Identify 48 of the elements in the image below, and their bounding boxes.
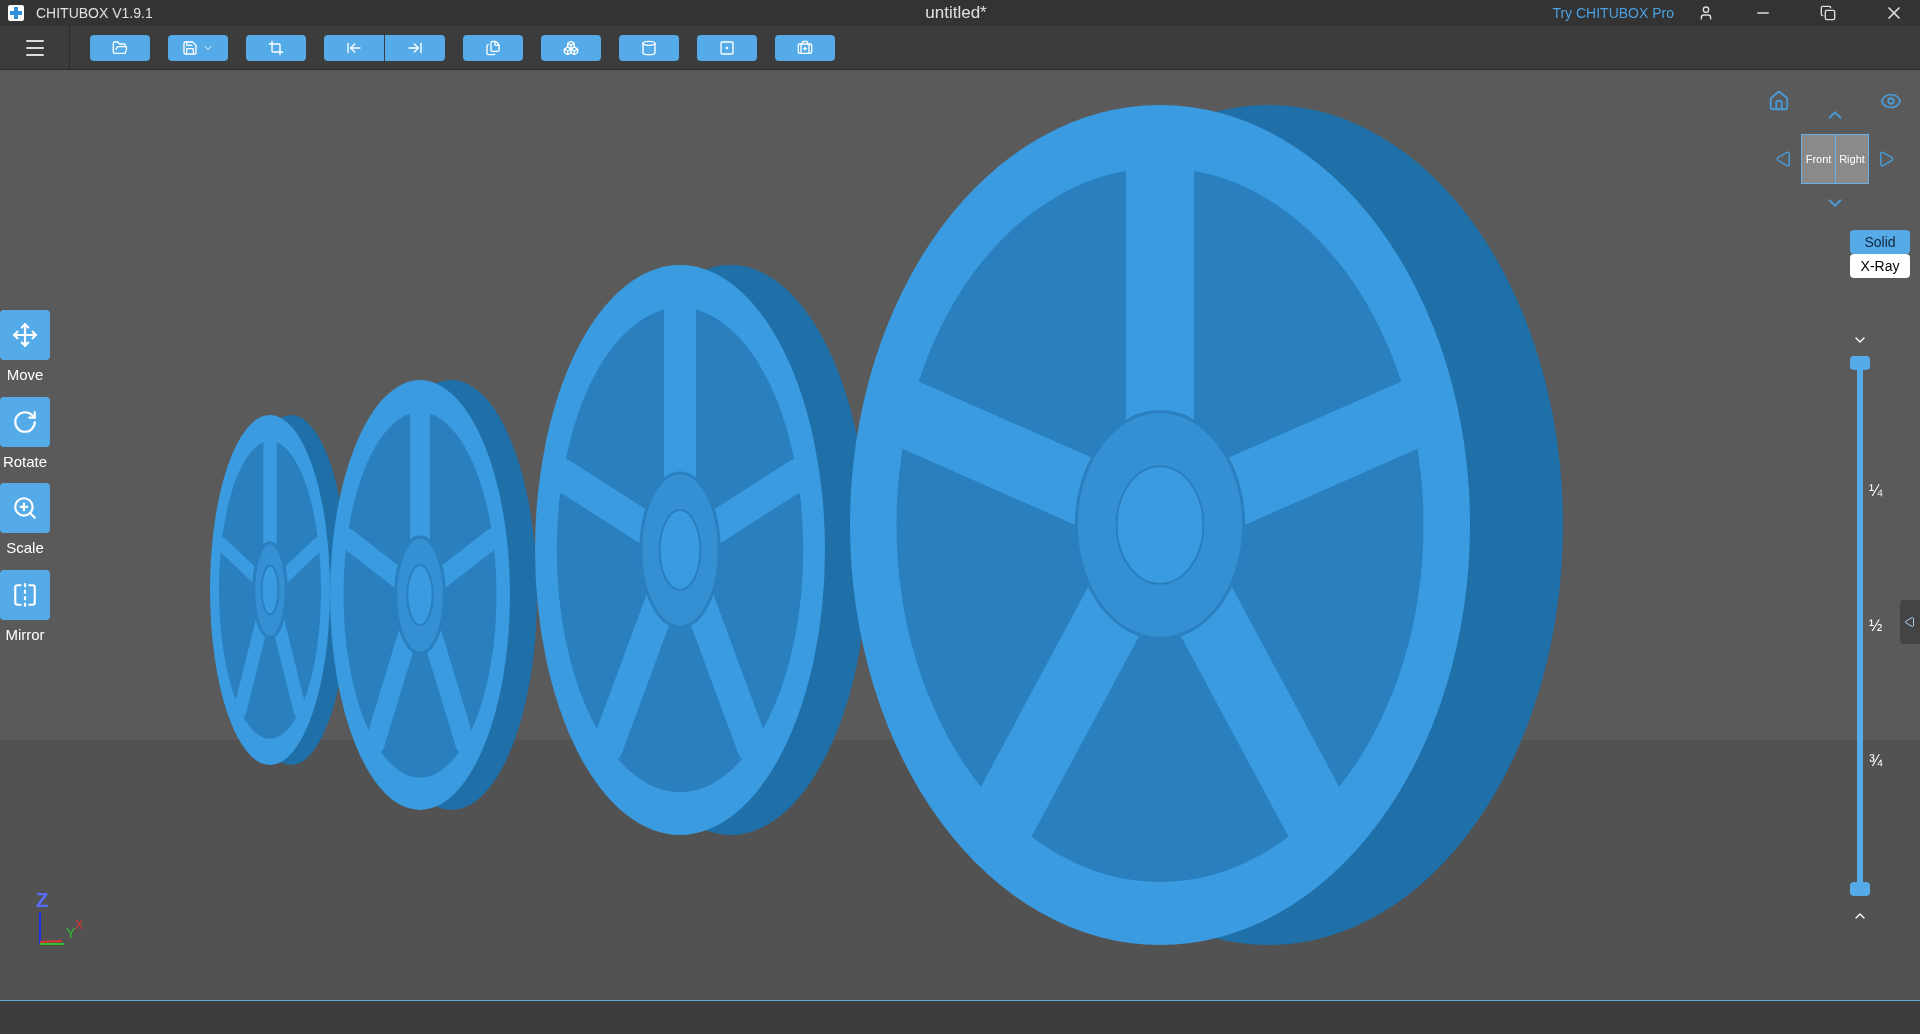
slider-mark-label: ½ bbox=[1869, 616, 1883, 636]
kit-icon bbox=[797, 39, 813, 56]
user-icon[interactable] bbox=[1698, 5, 1714, 21]
tool-label: Mirror bbox=[5, 624, 45, 645]
toolbar-button[interactable] bbox=[385, 34, 445, 61]
cube-face-label: Front bbox=[1804, 151, 1833, 167]
copies-icon bbox=[485, 39, 501, 56]
render-mode-button[interactable]: X-Ray bbox=[1850, 254, 1910, 278]
app-logo-icon bbox=[8, 5, 24, 21]
app-name: CHITUBOX V1.9.1 bbox=[36, 3, 153, 23]
tool-button[interactable] bbox=[0, 569, 50, 620]
toolbar-button[interactable] bbox=[324, 34, 384, 61]
cubes-icon bbox=[563, 39, 579, 56]
tool-label: Move bbox=[6, 365, 44, 385]
toolbar-button[interactable] bbox=[619, 34, 679, 61]
tool-button[interactable] bbox=[0, 396, 50, 447]
toolbar-button[interactable] bbox=[168, 34, 228, 61]
scale-tool-icon bbox=[12, 495, 38, 521]
move-tool-icon bbox=[12, 322, 38, 348]
slider-mark-label: ¼ bbox=[1869, 481, 1883, 501]
toolbar-button[interactable] bbox=[90, 34, 150, 61]
panel-toggle-tab[interactable] bbox=[1900, 600, 1920, 644]
collapse-arrow-icon bbox=[1904, 616, 1916, 628]
try-pro-link[interactable]: Try CHITUBOX Pro bbox=[1552, 2, 1674, 24]
view-cube[interactable]: Front Right bbox=[1801, 134, 1869, 184]
toolbar-button[interactable] bbox=[775, 34, 835, 61]
folder-icon bbox=[112, 39, 128, 56]
window-title: untitled* bbox=[925, 2, 987, 25]
axis-label: Z bbox=[36, 890, 49, 910]
tool-label: Scale bbox=[6, 538, 44, 558]
slider-mark-label: ¾ bbox=[1869, 751, 1883, 771]
axis-arrows-drawing bbox=[36, 910, 66, 946]
save-icon bbox=[182, 39, 198, 56]
toolbar-button[interactable] bbox=[246, 34, 306, 61]
mirror-tool-icon bbox=[12, 581, 38, 608]
crop-icon bbox=[268, 39, 284, 56]
toolbar-button[interactable] bbox=[463, 34, 523, 61]
restore-icon[interactable] bbox=[1820, 5, 1836, 21]
slider-top-thumb[interactable] bbox=[1850, 356, 1870, 370]
render-mode-button[interactable]: Solid bbox=[1850, 230, 1910, 254]
rotate-tool-icon bbox=[12, 408, 38, 435]
cube-face-label: Right bbox=[1835, 135, 1868, 183]
toolbar-button[interactable] bbox=[541, 34, 601, 61]
axis-label: X bbox=[75, 917, 84, 932]
tool-label: Rotate bbox=[2, 451, 48, 472]
slider-bottom-thumb[interactable] bbox=[1850, 882, 1870, 896]
toolbar-button[interactable] bbox=[697, 34, 757, 61]
axis-label: Y bbox=[66, 925, 76, 943]
